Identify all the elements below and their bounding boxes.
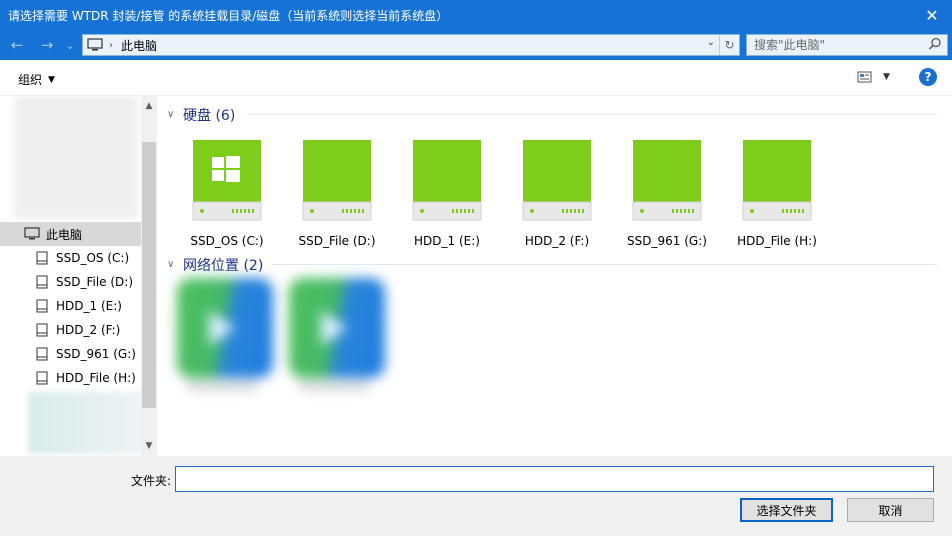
sidebar-item-label: HDD_2 (F:) <box>56 323 121 337</box>
hard-drive-icon <box>522 140 592 221</box>
drive-icon <box>34 274 50 290</box>
folder-label: 文件夹: <box>131 474 172 488</box>
sidebar-item-drive[interactable]: SSD_961 (G:) <box>0 342 141 366</box>
drive-item[interactable]: SSD_961 (G:) <box>617 140 707 250</box>
sidebar-item-drive[interactable]: SSD_OS (C:) <box>0 246 141 270</box>
drive-label: SSD_OS (C:) <box>190 234 264 248</box>
navigation-pane: 此电脑 SSD_OS (C:) SSD_File (D:) HDD_1 (E:)… <box>0 96 157 456</box>
drive-icon <box>34 370 50 386</box>
drive-icon <box>34 322 50 338</box>
blurred-network-entry <box>28 392 144 454</box>
refresh-icon[interactable]: ↻ <box>719 35 739 55</box>
drive-label: HDD_2 (F:) <box>524 234 590 248</box>
sidebar-item-label: 此电脑 <box>46 227 83 242</box>
navigation-bar: ← → ⌄ › 此电脑 ⌄ ↻ <box>0 30 952 60</box>
group-label: 硬盘 (6) <box>183 108 236 124</box>
group-divider <box>272 264 937 265</box>
view-options-icon <box>857 71 872 83</box>
sidebar-item-drive[interactable]: HDD_File (H:) <box>0 366 141 390</box>
network-location-item[interactable] <box>167 270 277 390</box>
search-icon[interactable] <box>928 37 942 51</box>
forward-arrow-icon[interactable]: → <box>36 35 58 55</box>
organize-label: 组织 <box>18 73 43 87</box>
hard-drive-icon <box>632 140 702 221</box>
sidebar-item-label: HDD_File (H:) <box>56 371 136 385</box>
address-bar[interactable]: › 此电脑 ⌄ ↻ <box>82 34 740 56</box>
hard-drive-icon <box>742 140 812 221</box>
folder-input[interactable] <box>175 466 934 492</box>
sidebar-item-drive[interactable]: SSD_File (D:) <box>0 270 141 294</box>
close-icon[interactable]: ✕ <box>912 0 952 30</box>
group-divider <box>247 114 937 115</box>
command-toolbar: 组织 ▼ ▼ ? <box>0 60 952 96</box>
search-box[interactable] <box>746 34 948 56</box>
window-title: 请选择需要 WTDR 封装/接管 的系统挂载目录/磁盘（当前系统则选择当前系统盘… <box>8 8 449 23</box>
sidebar-item-label: SSD_File (D:) <box>56 275 134 289</box>
drive-label: SSD_File (D:) <box>298 234 376 248</box>
breadcrumb-separator-icon[interactable]: › <box>109 40 113 51</box>
organize-menu-button[interactable]: 组织 ▼ <box>18 71 55 88</box>
drive-item[interactable]: HDD_1 (E:) <box>397 140 487 250</box>
drive-item[interactable]: SSD_OS (C:) <box>177 140 267 250</box>
scroll-up-icon[interactable]: ▲ <box>141 98 157 114</box>
drive-label: HDD_1 (E:) <box>414 234 480 248</box>
breadcrumb-this-pc[interactable]: 此电脑 <box>121 37 157 54</box>
view-caret-down-icon: ▼ <box>883 72 890 82</box>
drive-label: HDD_File (H:) <box>737 234 817 248</box>
drive-item[interactable]: HDD_2 (F:) <box>507 140 597 250</box>
hard-drive-icon <box>192 140 262 221</box>
address-dropdown-icon[interactable]: ⌄ <box>707 37 715 48</box>
select-folder-button[interactable]: 选择文件夹 <box>740 498 833 522</box>
hard-drive-icon <box>302 140 372 221</box>
change-view-button[interactable]: ▼ <box>857 71 890 83</box>
sidebar-item-label: SSD_OS (C:) <box>56 251 130 265</box>
sidebar-item-drive[interactable]: HDD_2 (F:) <box>0 318 141 342</box>
pc-icon <box>87 38 103 51</box>
hard-drive-icon <box>412 140 482 221</box>
sidebar-scrollbar[interactable]: ▲ ▼ <box>141 96 157 456</box>
drive-label: SSD_961 (G:) <box>627 234 707 248</box>
cancel-button[interactable]: 取消 <box>847 498 934 522</box>
caret-down-icon: ▼ <box>48 74 55 85</box>
drive-icon <box>34 250 50 266</box>
drive-icon <box>34 346 50 362</box>
drive-item[interactable]: SSD_File (D:) <box>287 140 377 250</box>
network-location-item[interactable] <box>279 270 389 390</box>
search-input[interactable] <box>747 35 917 55</box>
back-arrow-icon[interactable]: ← <box>6 35 28 55</box>
title-bar: 请选择需要 WTDR 封装/接管 的系统挂载目录/磁盘（当前系统则选择当前系统盘… <box>0 0 952 30</box>
recent-locations-chevron-icon[interactable]: ⌄ <box>62 35 78 55</box>
dialog-footer: 文件夹: 选择文件夹 取消 <box>0 456 952 536</box>
file-list-pane: ∨ 硬盘 (6) SSD_OS (C:) SSD_File (D:) HDD_1 (… <box>157 96 952 456</box>
blurred-quick-access <box>14 96 138 218</box>
scrollbar-thumb[interactable] <box>142 142 156 408</box>
pc-icon <box>24 226 40 242</box>
scroll-down-icon[interactable]: ▼ <box>141 438 157 454</box>
drive-icon <box>34 298 50 314</box>
sidebar-item-label: HDD_1 (E:) <box>56 299 122 313</box>
sidebar-item-drive[interactable]: HDD_1 (E:) <box>0 294 141 318</box>
sidebar-item-label: SSD_961 (G:) <box>56 347 136 361</box>
collapse-chevron-icon[interactable]: ∨ <box>167 109 179 121</box>
group-header-drives[interactable]: ∨ 硬盘 (6) <box>167 105 235 125</box>
help-icon[interactable]: ? <box>919 68 937 86</box>
sidebar-item-this-pc[interactable]: 此电脑 <box>0 222 141 246</box>
drive-item[interactable]: HDD_File (H:) <box>727 140 817 250</box>
